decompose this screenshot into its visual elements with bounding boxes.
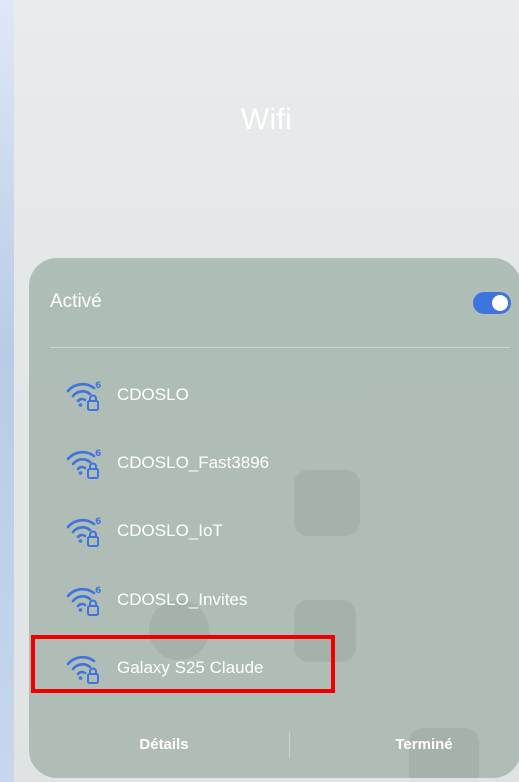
network-name: CDOSLO_IoT [117, 521, 223, 540]
network-name: CDOSLO_Fast3896 [117, 453, 270, 472]
svg-text:6: 6 [95, 517, 101, 527]
divider [50, 347, 510, 348]
done-button[interactable]: Terminé [349, 728, 499, 762]
wifi-status-label: Activé [50, 291, 102, 312]
svg-text:6: 6 [95, 381, 101, 391]
network-item-galaxy-s25-claude[interactable]: Galaxy S25 Claude [29, 634, 519, 702]
network-item-cdoslo-fast3896[interactable]: 6 CDOSLO_Fast3896 [29, 429, 519, 497]
network-name: CDOSLO_Invites [117, 590, 248, 609]
wifi-6-locked-icon: 6 [66, 586, 101, 616]
svg-text:6: 6 [95, 449, 101, 459]
wifi-status-row: Activé [29, 258, 519, 346]
network-name: CDOSLO [117, 385, 189, 404]
toggle-knob [492, 295, 508, 311]
wifi-6-locked-icon: 6 [66, 517, 101, 547]
left-background-strip [0, 0, 14, 782]
network-name: Galaxy S25 Claude [117, 658, 264, 677]
network-item-cdoslo-invites[interactable]: 6 CDOSLO_Invites [29, 566, 519, 634]
wifi-6-locked-icon: 6 [66, 381, 101, 411]
wifi-6-locked-icon: 6 [66, 449, 101, 479]
footer-divider [289, 732, 290, 758]
wifi-screen: Wifi Activé 6 CDOSLO 6 CDOSLO_Fast3896 6… [14, 0, 519, 782]
network-item-cdoslo[interactable]: 6 CDOSLO [29, 361, 519, 429]
page-title: Wifi [240, 103, 293, 136]
wifi-panel: Activé 6 CDOSLO 6 CDOSLO_Fast3896 6 CDOS… [29, 258, 519, 778]
wifi-toggle[interactable] [473, 292, 511, 314]
details-button[interactable]: Détails [89, 728, 239, 762]
svg-text:6: 6 [95, 586, 101, 596]
wifi-locked-icon [66, 655, 99, 684]
network-item-cdoslo-iot[interactable]: 6 CDOSLO_IoT [29, 497, 519, 565]
